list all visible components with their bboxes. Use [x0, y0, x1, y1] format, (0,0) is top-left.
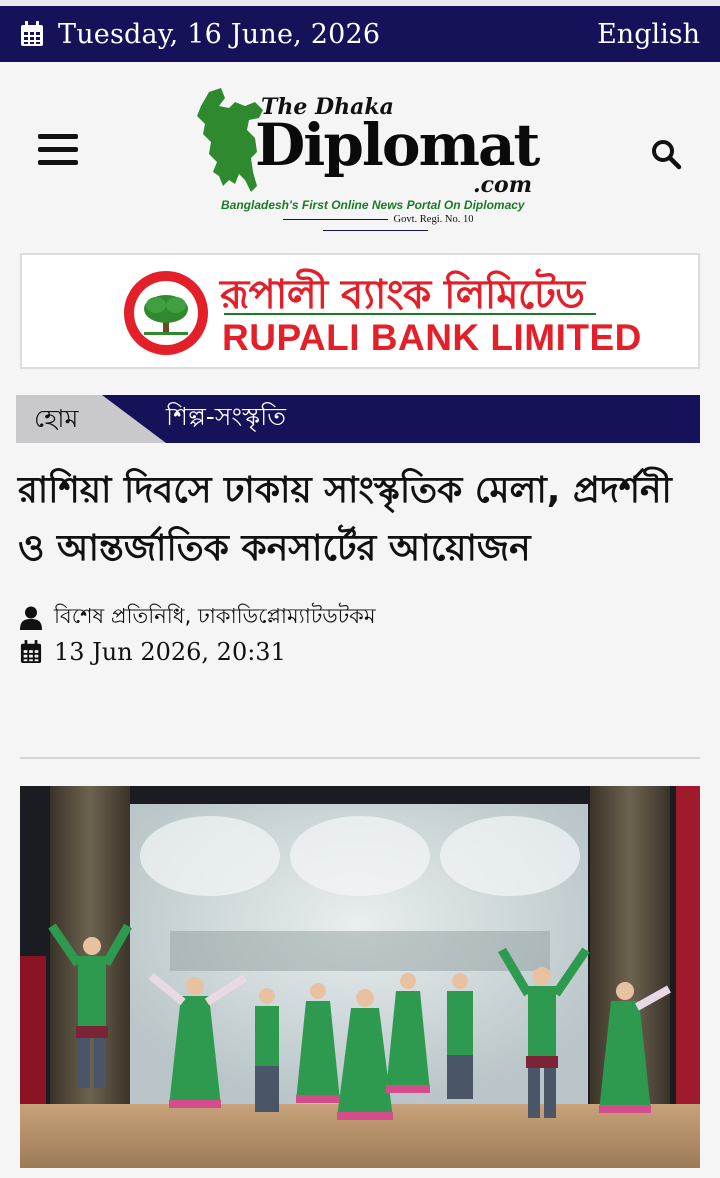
content-divider	[20, 757, 700, 759]
article-photo[interactable]	[20, 786, 700, 1168]
article-title: রাশিয়া দিবসে ঢাকায় সাংস্কৃতিক মেলা, প্…	[18, 470, 672, 569]
ad-divider	[224, 313, 596, 315]
site-header: The Dhaka Diplomat .com Bangladesh's Fir…	[0, 62, 720, 242]
user-icon	[20, 606, 42, 630]
menu-button[interactable]	[38, 134, 78, 168]
logo-suffix: .com	[473, 172, 533, 198]
rupali-bank-ad-banner[interactable]: রূপালী ব্যাংক লিমিটেড RUPALI BANK LIMITE…	[20, 253, 700, 369]
calendar-icon	[21, 21, 43, 46]
registration-number: Govt. Regi. No. 10	[219, 214, 531, 236]
date-text: Tuesday, 16 June, 2026	[58, 18, 381, 50]
breadcrumb-home-link[interactable]: হোম	[34, 399, 78, 442]
calendar-icon	[20, 640, 42, 663]
logo-name: Diplomat	[255, 111, 540, 179]
author-name[interactable]: বিশেষ প্রতিনিধি, ঢাকাডিপ্লোম্যাটডটকম	[54, 600, 376, 635]
hamburger-icon	[38, 134, 78, 139]
top-bar: Tuesday, 16 June, 2026 English	[0, 0, 720, 62]
site-logo[interactable]: The Dhaka Diplomat .com Bangladesh's Fir…	[195, 88, 540, 228]
article-author: বিশেষ প্রতিনিধি, ঢাকাডিপ্লোম্যাটডটকম	[20, 600, 376, 635]
search-icon[interactable]	[650, 138, 682, 170]
breadcrumb: হোম শিল্প-সংস্কৃতি	[16, 395, 700, 443]
stage-performance-image	[20, 786, 700, 1168]
rupali-bank-seal-icon	[124, 271, 208, 355]
language-switch-link[interactable]: English	[597, 19, 700, 50]
logo-tagline: Bangladesh's First Online News Portal On…	[221, 198, 525, 212]
ad-bank-name-en: RUPALI BANK LIMITED	[222, 317, 642, 358]
article-timestamp: 13 Jun 2026, 20:31	[20, 638, 286, 666]
current-date: Tuesday, 16 June, 2026	[20, 19, 380, 50]
published-time: 13 Jun 2026, 20:31	[54, 638, 286, 666]
breadcrumb-category-link[interactable]: শিল্প-সংস্কৃতি	[166, 397, 286, 440]
